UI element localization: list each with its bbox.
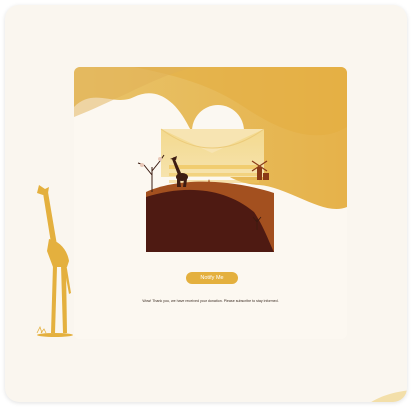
giraffe-icon	[36, 185, 73, 337]
notify-me-button[interactable]: Notify Me	[186, 272, 238, 284]
confirmation-message: Wow! Thank you, we have received your do…	[142, 299, 279, 303]
corner-wave-decoration	[371, 390, 407, 402]
page-container: Notify Me Wow! Thank you, we have receiv…	[5, 5, 407, 402]
confirmation-card: Notify Me Wow! Thank you, we have receiv…	[74, 67, 347, 339]
